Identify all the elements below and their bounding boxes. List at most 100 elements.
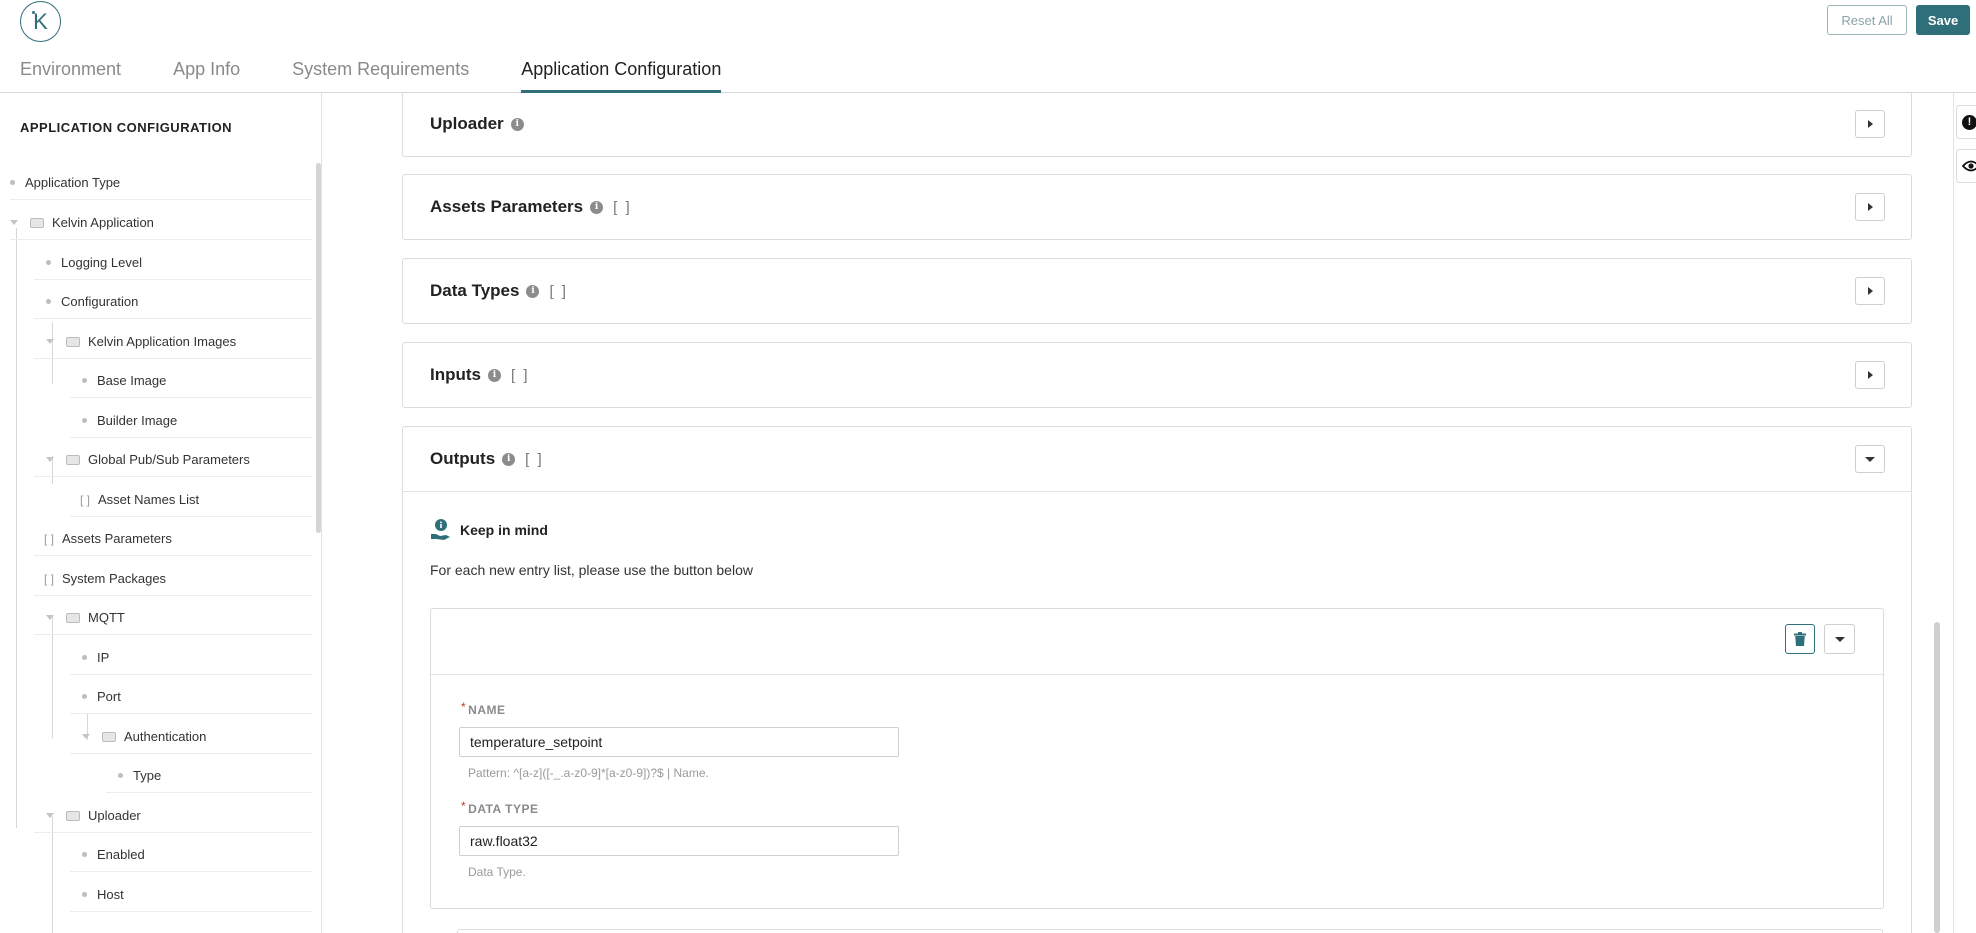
panel-header[interactable]: Assets Parameters i [ ] (403, 175, 1911, 239)
chevron-down-icon[interactable] (46, 615, 54, 620)
array-marker: [ ] (44, 571, 55, 586)
right-tool-rail: ! (1953, 93, 1976, 933)
name-input[interactable]: temperature_setpoint (459, 727, 899, 757)
tree-item-system-packages[interactable]: [ ] System Packages (34, 562, 312, 596)
panel-header[interactable]: Data Types i [ ] (403, 259, 1911, 323)
entry-header (431, 609, 1883, 675)
expand-toggle-button[interactable] (1855, 277, 1885, 305)
chevron-down-icon[interactable] (82, 734, 90, 739)
panel-title: Inputs (430, 365, 481, 384)
tree-item-label: Asset Names List (98, 492, 200, 507)
tree-item-global-pubsub-parameters[interactable]: Global Pub/Sub Parameters (34, 443, 312, 477)
tree-item-assets-parameters[interactable]: [ ] Assets Parameters (34, 522, 312, 556)
sidebar-scrollbar[interactable] (316, 163, 321, 533)
tree-item-base-image[interactable]: Base Image (70, 364, 312, 398)
tree-item-authentication[interactable]: Authentication (70, 720, 312, 754)
tree-item-label: MQTT (88, 610, 125, 625)
caret-down-icon (1834, 636, 1845, 642)
chevron-down-icon[interactable] (46, 813, 54, 818)
name-label-text: NAME (468, 703, 506, 717)
leaf-dot (82, 694, 87, 699)
app-header: K Reset All Save Environment App Info Sy… (0, 0, 1976, 93)
tree-item-label: Logging Level (61, 255, 142, 270)
name-label: * NAME (461, 700, 506, 717)
tree-item-label: Configuration (61, 294, 139, 309)
kelvin-logo[interactable]: K (20, 1, 61, 42)
tree-item-logging-level[interactable]: Logging Level (34, 246, 312, 280)
array-marker: [ ] (549, 282, 568, 300)
expand-toggle-button[interactable] (1855, 193, 1885, 221)
panel-header[interactable]: Outputs i [ ] (403, 427, 1911, 491)
panel-header[interactable]: Inputs i [ ] (403, 343, 1911, 407)
tree-item-port[interactable]: Port (70, 680, 312, 714)
tree-item-label: Host (97, 887, 124, 902)
panel-header[interactable]: Uploader i (403, 93, 1911, 156)
info-icon[interactable]: i (590, 200, 604, 214)
entry-collapse-button[interactable] (1824, 624, 1855, 654)
leaf-dot (82, 852, 87, 857)
info-icon[interactable]: i (510, 117, 524, 131)
tree-item-label: Global Pub/Sub Parameters (88, 452, 250, 467)
tree-item-label: Authentication (124, 729, 207, 744)
data-type-label-text: DATA TYPE (468, 802, 539, 816)
tree-item-label: Base Image (97, 373, 167, 388)
panel-title: Outputs (430, 449, 496, 468)
leaf-dot (46, 299, 51, 304)
preview-button[interactable] (1956, 149, 1976, 183)
leaf-dot (46, 260, 51, 265)
array-marker: [ ] (44, 531, 55, 546)
info-icon[interactable]: i (488, 368, 501, 382)
tree-item-mqtt[interactable]: MQTT (34, 601, 312, 635)
tree-item-host[interactable]: Host (70, 878, 312, 912)
chevron-down-icon[interactable] (10, 220, 18, 225)
tree-item-application-type[interactable]: Application Type (10, 166, 312, 200)
delete-entry-button[interactable] (1785, 624, 1815, 654)
tab-application-configuration[interactable]: Application Configuration (521, 54, 722, 93)
caret-right-icon (1867, 371, 1873, 379)
save-button[interactable]: Save (1916, 5, 1970, 35)
array-marker: [ ] (525, 450, 544, 468)
tree-item-uploader[interactable]: Uploader (34, 799, 312, 833)
array-marker: [ ] (80, 492, 91, 507)
data-type-input[interactable]: raw.float32 (459, 826, 899, 856)
tab-environment[interactable]: Environment (20, 54, 121, 93)
required-marker: * (461, 799, 467, 813)
collapse-toggle-button[interactable] (1855, 445, 1885, 473)
panel-assets-parameters: Assets Parameters i [ ] (402, 174, 1912, 240)
info-icon[interactable]: i (526, 284, 540, 298)
panel-title: Assets Parameters (430, 197, 584, 216)
tree-item-label: Type (133, 768, 162, 783)
keep-in-mind-text: For each new entry list, please use the … (430, 562, 753, 578)
config-form-area: Uploader i Assets Parameters i [ ] Data … (323, 93, 1936, 933)
trash-icon (1794, 632, 1806, 646)
chevron-down-icon[interactable] (46, 457, 54, 462)
eye-icon (1962, 160, 1976, 172)
chevron-down-icon[interactable] (46, 339, 54, 344)
logo-dot (32, 11, 35, 14)
reset-all-button[interactable]: Reset All (1827, 5, 1907, 35)
panel-data-types: Data Types i [ ] (402, 258, 1912, 324)
caret-down-icon (1865, 456, 1875, 462)
tree-item-label: Assets Parameters (62, 531, 172, 546)
tree-item-kelvin-application-images[interactable]: Kelvin Application Images (34, 325, 312, 359)
tab-app-info[interactable]: App Info (173, 54, 240, 93)
object-icon (30, 217, 44, 228)
hand-info-icon (431, 519, 450, 540)
tab-system-requirements[interactable]: System Requirements (292, 54, 469, 93)
tree-guide (16, 228, 17, 828)
validation-errors-button[interactable]: ! (1956, 105, 1976, 139)
tree-item-asset-names-list[interactable]: [ ] Asset Names List (70, 483, 312, 517)
info-icon[interactable]: i (502, 452, 516, 466)
tree-item-enabled[interactable]: Enabled (70, 838, 312, 872)
expand-toggle-button[interactable] (1855, 110, 1885, 138)
tree-item-type[interactable]: Type (106, 759, 312, 793)
panel-uploader: Uploader i (402, 93, 1912, 157)
tree-item-builder-image[interactable]: Builder Image (70, 404, 312, 438)
tree-item-label: Enabled (97, 847, 145, 862)
main-scrollbar[interactable] (1934, 622, 1940, 933)
tree-item-configuration[interactable]: Configuration (34, 285, 312, 319)
tree-item-ip[interactable]: IP (70, 641, 312, 675)
leaf-dot (82, 418, 87, 423)
tree-item-kelvin-application[interactable]: Kelvin Application (10, 206, 312, 240)
expand-toggle-button[interactable] (1855, 361, 1885, 389)
